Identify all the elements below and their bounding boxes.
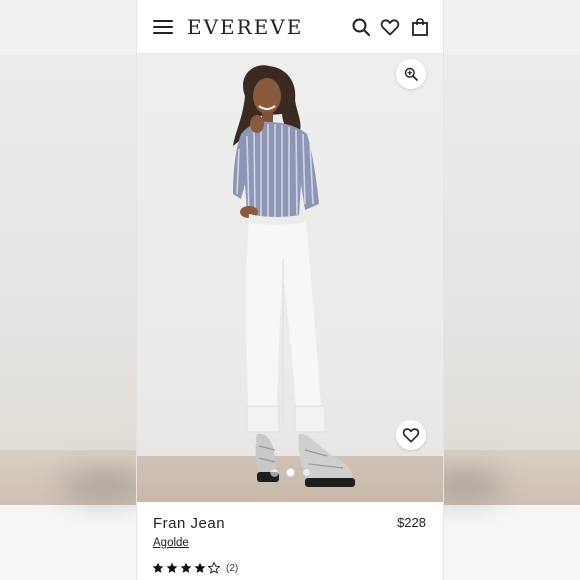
carousel-dot[interactable] (269, 468, 279, 477)
product-info: Fran Jean $228 Agolde (2) (137, 502, 443, 580)
star-filled-icon (166, 562, 178, 573)
star-empty-icon (208, 562, 220, 574)
carousel-dot[interactable] (301, 468, 311, 477)
brand-link[interactable]: Agolde (153, 537, 189, 549)
site-header: EVEREVE (137, 0, 443, 54)
zoom-button[interactable] (396, 59, 426, 89)
heart-icon (402, 428, 420, 443)
product-price: $228 (397, 515, 426, 530)
carousel-dot[interactable] (285, 468, 295, 477)
search-icon[interactable] (351, 17, 371, 37)
rating-stars (152, 562, 220, 574)
product-name: Fran Jean (153, 515, 226, 532)
star-filled-icon (180, 562, 192, 573)
brand-logo[interactable]: EVEREVE (187, 15, 303, 39)
star-filled-icon (152, 562, 164, 573)
background-blur-left (0, 0, 137, 580)
product-image[interactable] (137, 54, 443, 502)
carousel-dots (137, 468, 443, 477)
zoom-in-icon (404, 67, 418, 81)
menu-icon[interactable] (153, 20, 173, 36)
heart-icon[interactable] (380, 17, 400, 37)
add-to-wishlist-button[interactable] (396, 420, 426, 450)
background-blur-right (444, 0, 580, 580)
shopping-bag-icon[interactable] (410, 17, 430, 37)
star-rating[interactable]: (2) (152, 562, 238, 574)
review-count: (2) (226, 562, 239, 574)
mobile-viewport: EVEREVE Fran Jean $228 Agolde (2) (137, 0, 443, 580)
star-filled-icon (194, 562, 206, 573)
